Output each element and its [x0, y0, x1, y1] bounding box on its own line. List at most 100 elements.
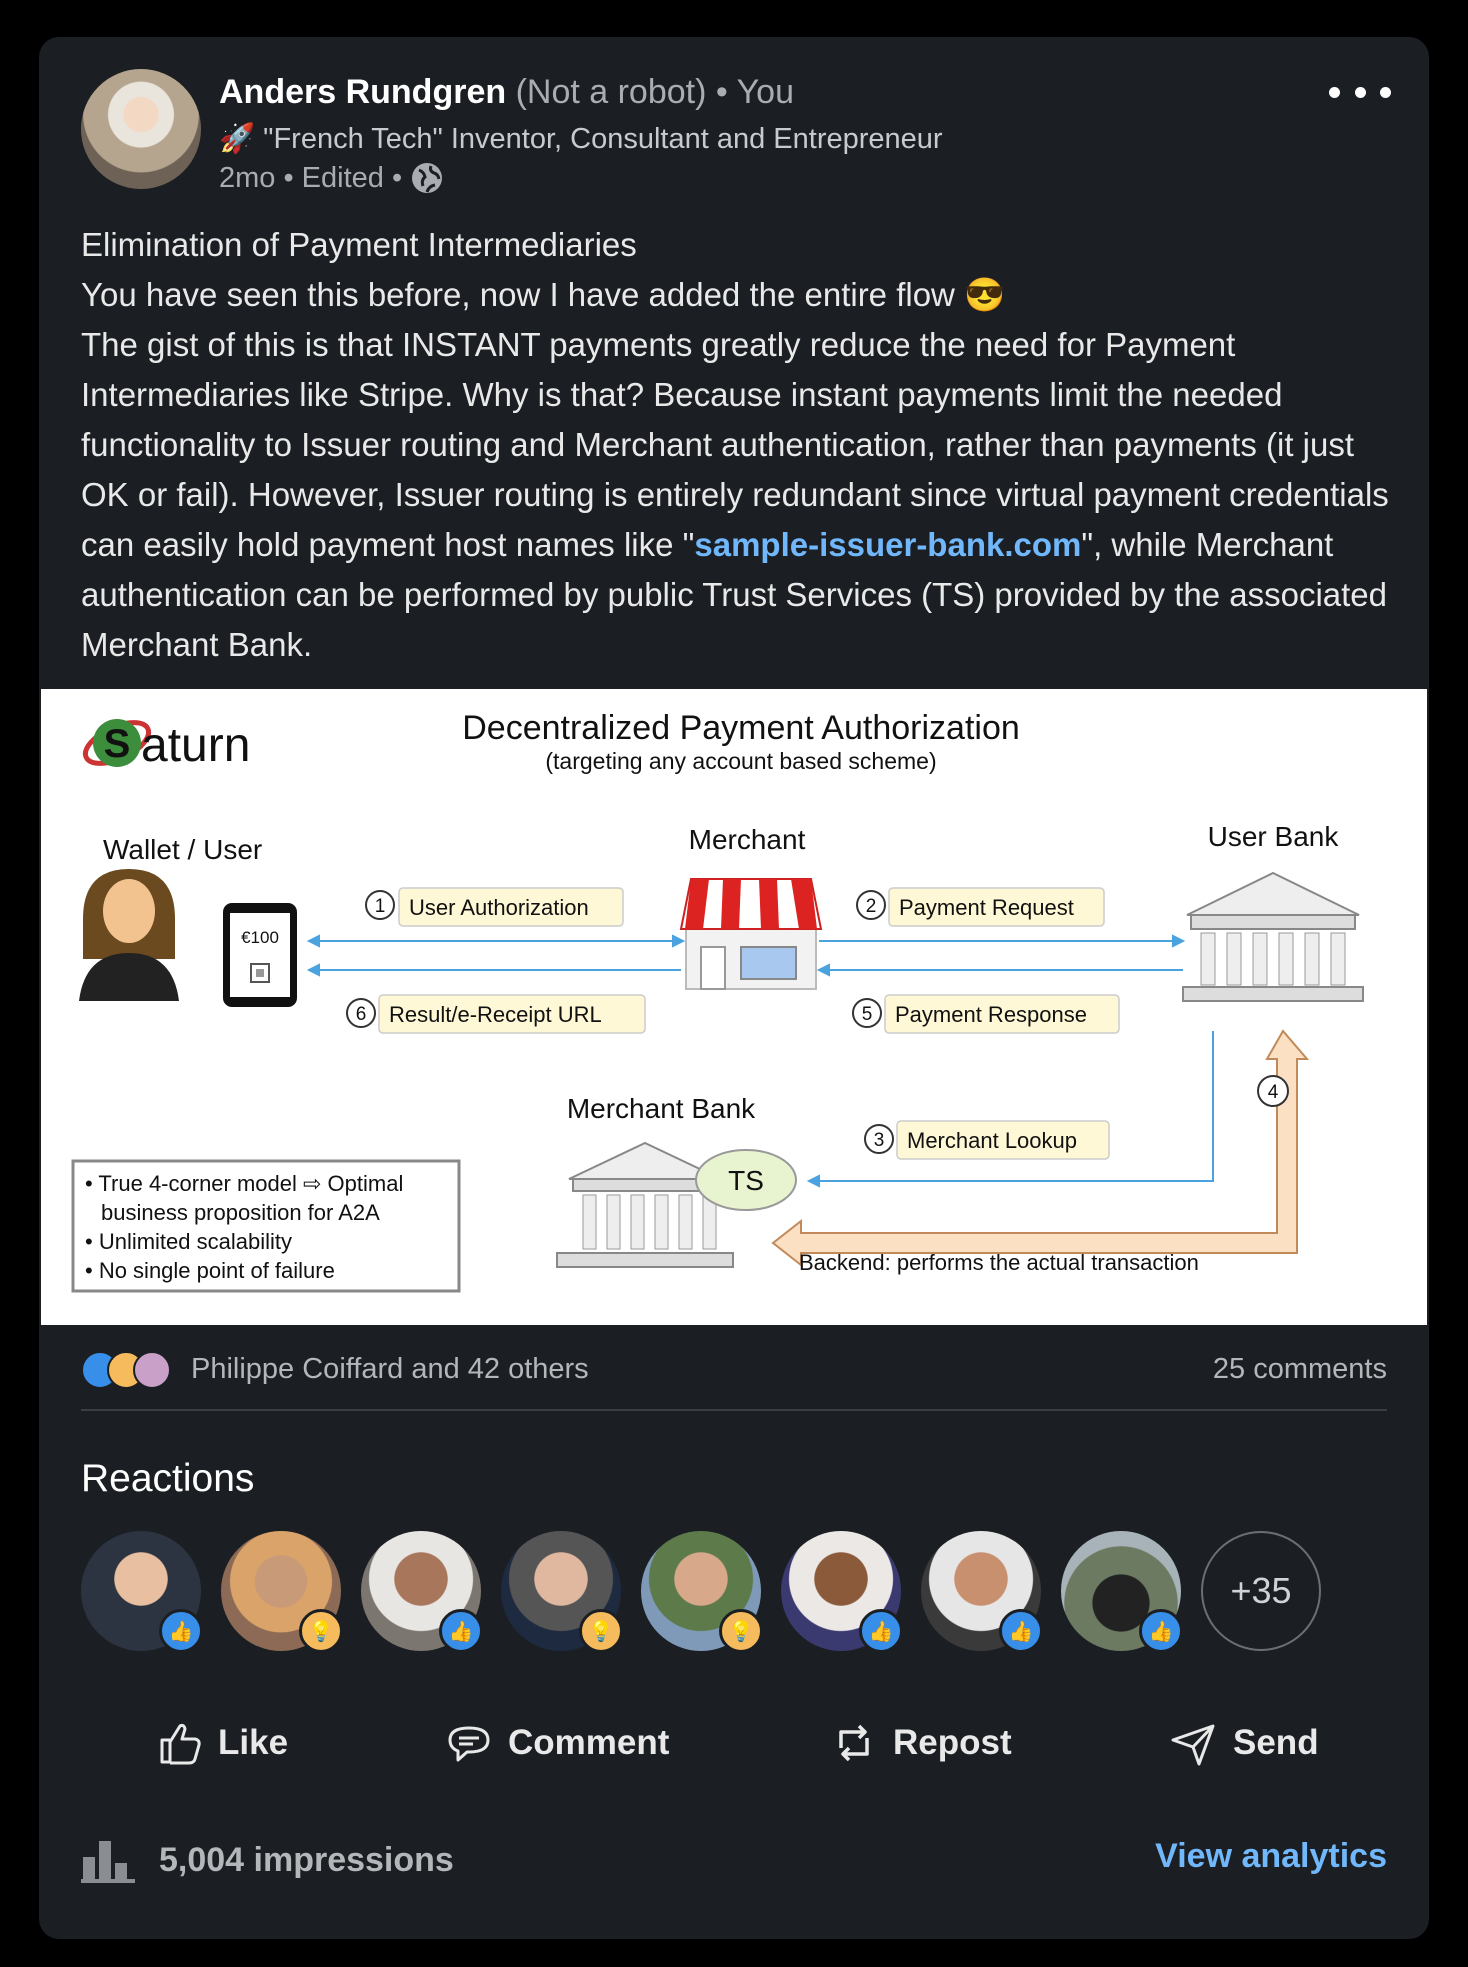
love-icon	[133, 1351, 171, 1389]
author-avatar[interactable]	[81, 69, 201, 189]
repost-button[interactable]: Repost	[829, 1713, 1012, 1773]
like-icon: 👍	[999, 1609, 1043, 1653]
like-icon	[160, 1723, 201, 1765]
like-label: Like	[218, 1723, 289, 1762]
sunglasses-emoji-icon: 😎	[964, 276, 1006, 313]
comments-count[interactable]: 25 comments	[1213, 1353, 1387, 1386]
post-link[interactable]: sample-issuer-bank.com	[694, 526, 1081, 563]
divider	[81, 1409, 1387, 1411]
step-3-num: 3	[874, 1130, 885, 1151]
phone-amount: €100	[241, 928, 279, 947]
step-3-label: Merchant Lookup	[907, 1128, 1077, 1153]
comment-button[interactable]: Comment	[444, 1713, 669, 1773]
like-icon: 👍	[439, 1609, 483, 1653]
reactor-avatar[interactable]: 👍	[1061, 1531, 1183, 1653]
post-text: Elimination of Payment Intermediaries Yo…	[81, 220, 1391, 670]
insightful-icon: 💡	[299, 1609, 343, 1653]
author-tag: (Not a robot)	[515, 73, 707, 111]
more-reactors-button[interactable]: +35	[1201, 1531, 1321, 1651]
reactor-avatar[interactable]: 💡	[501, 1531, 623, 1653]
post-time: 2mo • Edited •	[219, 161, 403, 194]
reactor-avatar[interactable]: 👍	[921, 1531, 1043, 1653]
user-person-icon	[79, 869, 179, 1001]
step-6-label: Result/e-Receipt URL	[389, 1002, 602, 1027]
send-label: Send	[1233, 1723, 1319, 1762]
logo-letter: S	[104, 722, 131, 766]
more-dot	[1329, 86, 1340, 98]
repost-icon	[839, 1724, 869, 1762]
step-4-num: 4	[1268, 1082, 1279, 1103]
ts-bubble: TS	[695, 1149, 797, 1211]
ts-label: TS	[728, 1165, 764, 1196]
saturn-logo: S aturn	[82, 719, 250, 772]
post-image-diagram[interactable]: S aturn Decentralized Payment Authorizat…	[41, 689, 1427, 1325]
step-1: 1 User Authorization	[365, 887, 624, 927]
like-icon: 👍	[159, 1609, 203, 1653]
step-2-label: Payment Request	[899, 895, 1074, 920]
reactor-avatar[interactable]: 👍	[81, 1531, 203, 1653]
features-box: • True 4-corner model ⇨ Optimal business…	[71, 1159, 461, 1293]
like-icon: 👍	[1139, 1609, 1183, 1653]
step-2-num: 2	[866, 896, 877, 917]
author-name[interactable]: Anders Rundgren	[219, 73, 506, 111]
merchant-store-icon	[679, 878, 823, 990]
feature-line-2: business proposition for A2A	[101, 1200, 380, 1225]
phone-icon: €100	[223, 903, 297, 1007]
more-options-button[interactable]	[1329, 77, 1391, 107]
diagram-subtitle: (targeting any account based scheme)	[545, 748, 936, 774]
post-title-line: Elimination of Payment Intermediaries	[81, 226, 637, 263]
reactor-avatar[interactable]: 👍	[781, 1531, 903, 1653]
insightful-icon: 💡	[719, 1609, 763, 1653]
reactions-title: Reactions	[81, 1457, 255, 1500]
repost-label: Repost	[893, 1723, 1012, 1762]
step-5-label: Payment Response	[895, 1002, 1087, 1027]
step-5: 5 Payment Response	[852, 994, 1120, 1034]
send-button[interactable]: Send	[1169, 1713, 1319, 1773]
step-6: 6 Result/e-Receipt URL	[346, 994, 646, 1034]
like-button[interactable]: Like	[154, 1713, 288, 1773]
post-card: Anders Rundgren (Not a robot) • You 🚀 "F…	[39, 37, 1429, 1939]
more-dot	[1380, 86, 1391, 98]
author-line: Anders Rundgren (Not a robot) • You	[219, 73, 794, 112]
step-6-num: 6	[356, 1004, 367, 1025]
author-headline: 🚀 "French Tech" Inventor, Consultant and…	[219, 122, 943, 156]
bar-chart-icon	[81, 1841, 135, 1883]
backend-label: Backend: performs the actual transaction	[799, 1250, 1199, 1275]
step-2: 2 Payment Request	[856, 887, 1105, 927]
post-line-2-text: You have seen this before, now I have ad…	[81, 276, 955, 313]
globe-icon	[412, 163, 443, 193]
step-1-label: User Authorization	[409, 895, 589, 920]
post-meta: 2mo • Edited •	[219, 161, 444, 195]
feature-line-3: • Unlimited scalability	[85, 1229, 292, 1254]
post-paragraph: The gist of this is that INSTANT payment…	[81, 320, 1391, 670]
more-dot	[1354, 86, 1366, 98]
impressions-count: 5,004 impressions	[159, 1840, 454, 1879]
merchant-label: Merchant	[689, 824, 806, 855]
like-icon: 👍	[859, 1609, 903, 1653]
wallet-label: Wallet / User	[103, 834, 262, 865]
step-3: 3 Merchant Lookup	[864, 1120, 1110, 1160]
reactors-text[interactable]: Philippe Coiffard and 42 others	[191, 1353, 589, 1386]
social-counts: Philippe Coiffard and 42 others 25 comme…	[81, 1347, 1387, 1397]
headline-text: "French Tech" Inventor, Consultant and E…	[263, 123, 943, 155]
step-1-num: 1	[375, 896, 386, 917]
insightful-icon: 💡	[579, 1609, 623, 1653]
rocket-icon: 🚀	[219, 123, 256, 155]
merchant-bank-label: Merchant Bank	[567, 1093, 756, 1124]
diagram-title: Decentralized Payment Authorization	[462, 709, 1020, 747]
reactor-avatar[interactable]: 💡	[221, 1531, 343, 1653]
comment-label: Comment	[508, 1723, 670, 1762]
user-bank-icon	[1182, 871, 1364, 1002]
view-analytics-link[interactable]: View analytics	[1155, 1837, 1387, 1876]
diagram-svg: S aturn Decentralized Payment Authorizat…	[71, 709, 1364, 1293]
step-5-num: 5	[862, 1004, 873, 1025]
user-bank-label: User Bank	[1208, 821, 1340, 852]
feature-line-1: • True 4-corner model ⇨ Optimal	[85, 1171, 403, 1196]
logo-text: aturn	[141, 719, 250, 772]
reactor-avatar[interactable]: 👍	[361, 1531, 483, 1653]
comment-icon	[448, 1726, 490, 1762]
impressions: 5,004 impressions	[81, 1837, 454, 1883]
author-relation: • You	[715, 73, 795, 111]
reaction-icons[interactable]	[81, 1351, 177, 1389]
reactor-avatar[interactable]: 💡	[641, 1531, 763, 1653]
